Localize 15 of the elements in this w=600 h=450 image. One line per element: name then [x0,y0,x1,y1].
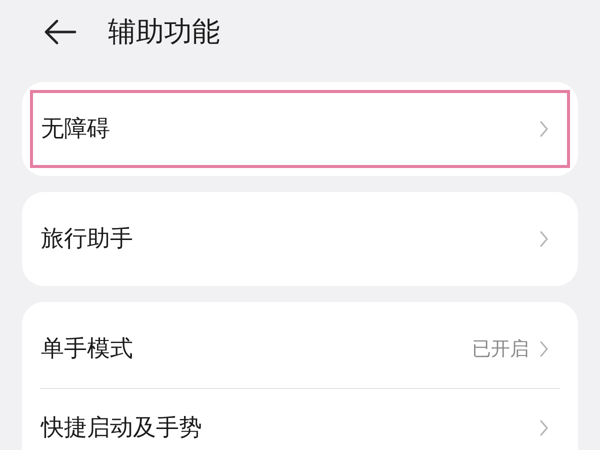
settings-row[interactable]: 单手模式 已开启 [30,310,570,388]
settings-row[interactable]: 无障碍 [30,90,570,168]
settings-row[interactable]: 快捷启动及手势 [30,389,570,450]
chevron-right-icon [539,340,549,358]
row-label: 单手模式 [41,334,134,364]
settings-row[interactable]: 旅行助手 [30,200,570,278]
row-label: 快捷启动及手势 [41,414,203,443]
row-label: 无障碍 [41,114,111,144]
page-title: 辅助功能 [108,14,220,50]
chevron-right-icon [539,419,549,437]
back-arrow-icon [43,19,77,45]
chevron-right-icon [539,120,549,138]
row-value: 已开启 [472,336,529,362]
row-label: 旅行助手 [41,224,134,254]
chevron-right-icon [539,230,549,248]
